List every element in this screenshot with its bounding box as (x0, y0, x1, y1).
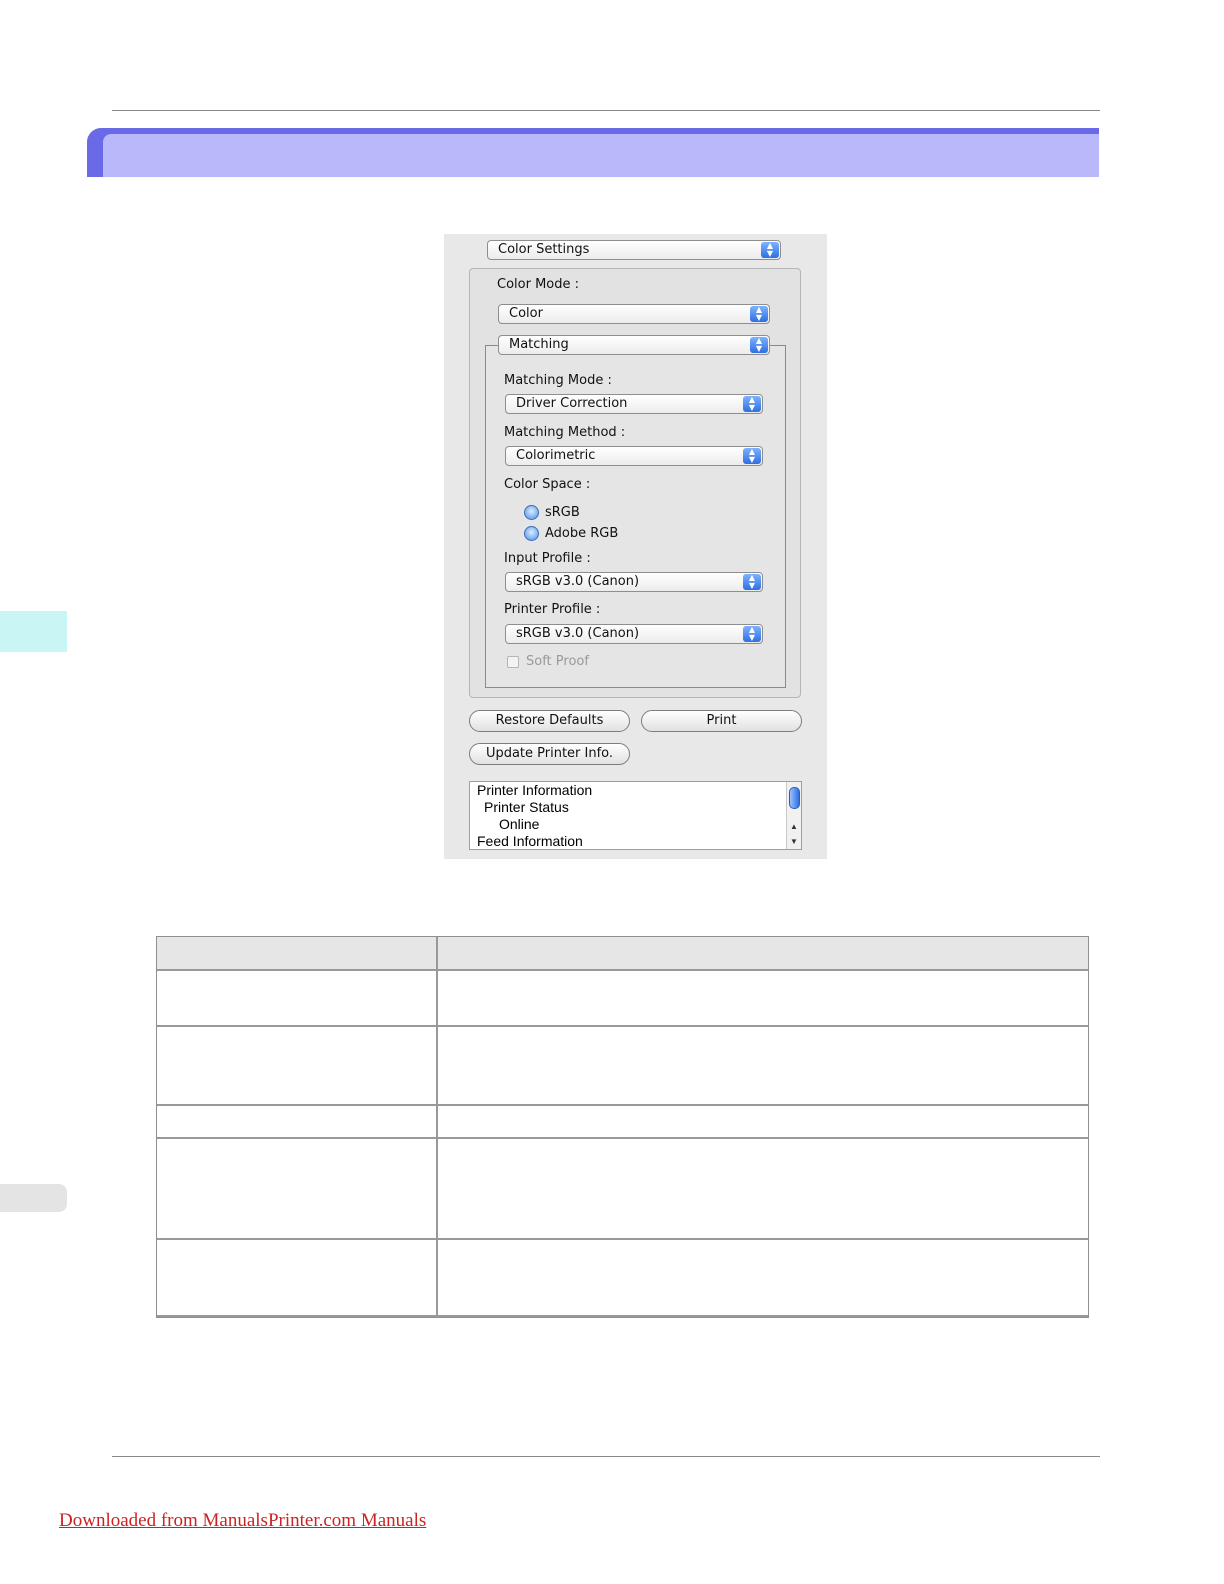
color-mode-value: Color (509, 306, 543, 321)
input-profile-select[interactable]: sRGB v3.0 (Canon) ▲ ▼ (505, 572, 763, 592)
matching-method-value: Colorimetric (516, 448, 596, 463)
matching-mode-label: Matching Mode : (504, 373, 612, 388)
srgb-radio-label: sRGB (545, 505, 580, 520)
input-profile-label: Input Profile : (504, 551, 591, 566)
matching-mode-select[interactable]: Driver Correction ▲ ▼ (505, 394, 763, 414)
top-rule (112, 110, 1100, 111)
scroll-up-icon[interactable]: ▲ (787, 820, 801, 833)
color-settings-dialog: Color Settings ▲ ▼ Color Mode : Color ▲ ▼ … (444, 234, 827, 859)
srgb-radio[interactable] (524, 505, 539, 520)
bottom-rule (112, 1456, 1100, 1457)
matching-method-select[interactable]: Colorimetric ▲ ▼ (505, 446, 763, 466)
matching-tab-select[interactable]: Matching ▲ ▼ (498, 335, 770, 355)
color-mode-label: Color Mode : (497, 277, 580, 292)
adobe-rgb-radio-label: Adobe RGB (545, 526, 619, 541)
printer-info-list[interactable]: Printer Information Printer Status Onlin… (469, 781, 802, 850)
table-row (157, 1106, 1088, 1139)
printer-profile-select[interactable]: sRGB v3.0 (Canon) ▲ ▼ (505, 624, 763, 644)
matching-tab-value: Matching (509, 337, 569, 352)
section-header-band-inner (103, 134, 1099, 177)
table-row (157, 971, 1088, 1027)
scroll-thumb[interactable] (789, 787, 800, 809)
panel-select-value: Color Settings (498, 242, 590, 257)
popup-arrows-icon: ▲ ▼ (743, 574, 761, 590)
printer-profile-label: Printer Profile : (504, 602, 601, 617)
download-source-link[interactable]: Downloaded from ManualsPrinter.com Manua… (59, 1510, 426, 1532)
color-space-label: Color Space : (504, 477, 591, 492)
scroll-down-icon[interactable]: ▼ (787, 835, 801, 848)
settings-table (156, 936, 1089, 1318)
table-row (157, 1027, 1088, 1106)
side-index-tab (0, 1184, 67, 1212)
color-mode-select[interactable]: Color ▲ ▼ (498, 304, 770, 324)
list-item[interactable]: Online (499, 816, 539, 833)
popup-arrows-icon: ▲ ▼ (761, 242, 779, 258)
panel-select[interactable]: Color Settings ▲ ▼ (487, 240, 781, 260)
input-profile-value: sRGB v3.0 (Canon) (516, 574, 640, 589)
print-button[interactable]: Print (641, 710, 802, 732)
popup-arrows-icon: ▲ ▼ (743, 626, 761, 642)
restore-defaults-button[interactable]: Restore Defaults (469, 710, 630, 732)
popup-arrows-icon: ▲ ▼ (750, 337, 768, 353)
table-row (157, 1139, 1088, 1240)
popup-arrows-icon: ▲ ▼ (750, 306, 768, 322)
matching-mode-value: Driver Correction (516, 396, 628, 411)
table-header-row (157, 937, 1088, 971)
soft-proof-label: Soft Proof (526, 654, 589, 669)
table-column-divider (436, 937, 438, 1317)
matching-method-label: Matching Method : (504, 425, 626, 440)
adobe-rgb-radio[interactable] (524, 526, 539, 541)
soft-proof-checkbox[interactable] (507, 656, 519, 668)
popup-arrows-icon: ▲ ▼ (743, 448, 761, 464)
side-chapter-tab (0, 611, 67, 652)
update-printer-info-button[interactable]: Update Printer Info. (469, 743, 630, 765)
list-scrollbar[interactable]: ▲ ▼ (786, 782, 801, 849)
list-item[interactable]: Printer Status (484, 799, 569, 816)
table-row (157, 1240, 1088, 1317)
list-item[interactable]: Feed Information (477, 833, 583, 850)
section-header-band (87, 128, 1099, 177)
popup-arrows-icon: ▲ ▼ (743, 396, 761, 412)
list-item[interactable]: Printer Information (477, 782, 592, 799)
printer-profile-value: sRGB v3.0 (Canon) (516, 626, 640, 641)
